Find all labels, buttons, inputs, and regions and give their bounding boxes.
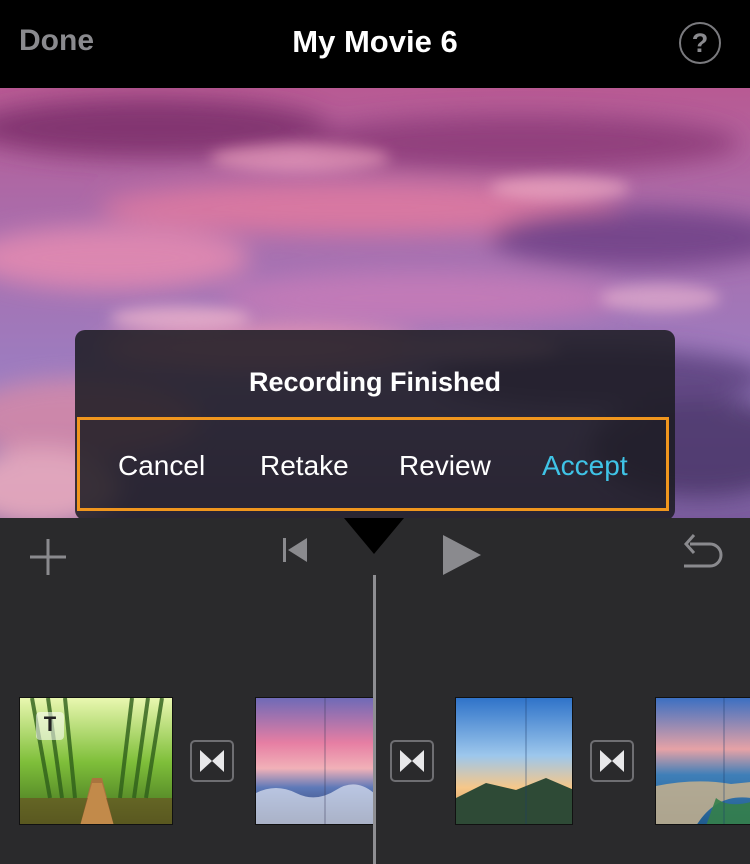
clip-bamboo-forest[interactable]: T [19,697,173,825]
dialog-title: Recording Finished [248,367,502,397]
navigation-bar: Done My Movie 6 ? [0,0,750,88]
bowtie-transition-icon [400,750,424,772]
dialog-actions-group: Cancel Retake Review Accept [77,417,669,511]
title-badge-icon: T [36,712,64,740]
accept-button[interactable]: Accept [542,450,628,482]
transition-button[interactable] [190,740,234,782]
bowtie-transition-icon [200,750,224,772]
bowtie-transition-icon [600,750,624,772]
clip-coastline[interactable] [655,697,750,825]
help-icon[interactable]: ? [679,22,721,64]
clip-mountain-sky[interactable] [455,697,573,825]
playhead-line[interactable] [373,575,376,864]
clip-sunset-sea[interactable] [255,697,374,825]
cancel-button[interactable]: Cancel [118,450,205,482]
review-button[interactable]: Review [399,450,491,482]
clip-thumbnail [456,698,572,824]
recording-finished-dialog: Recording Finished Cancel Retake Review … [75,330,675,520]
play-icon[interactable] [440,533,484,577]
transition-button[interactable] [590,740,634,782]
playhead-marker [344,518,404,554]
undo-icon[interactable] [680,532,724,572]
add-icon[interactable] [28,537,68,577]
skip-to-start-icon[interactable] [281,536,309,564]
clip-thumbnail [656,698,750,824]
transition-button[interactable] [390,740,434,782]
clip-thumbnail [256,698,373,824]
retake-button[interactable]: Retake [260,450,349,482]
page-title: My Movie 6 [292,24,458,59]
